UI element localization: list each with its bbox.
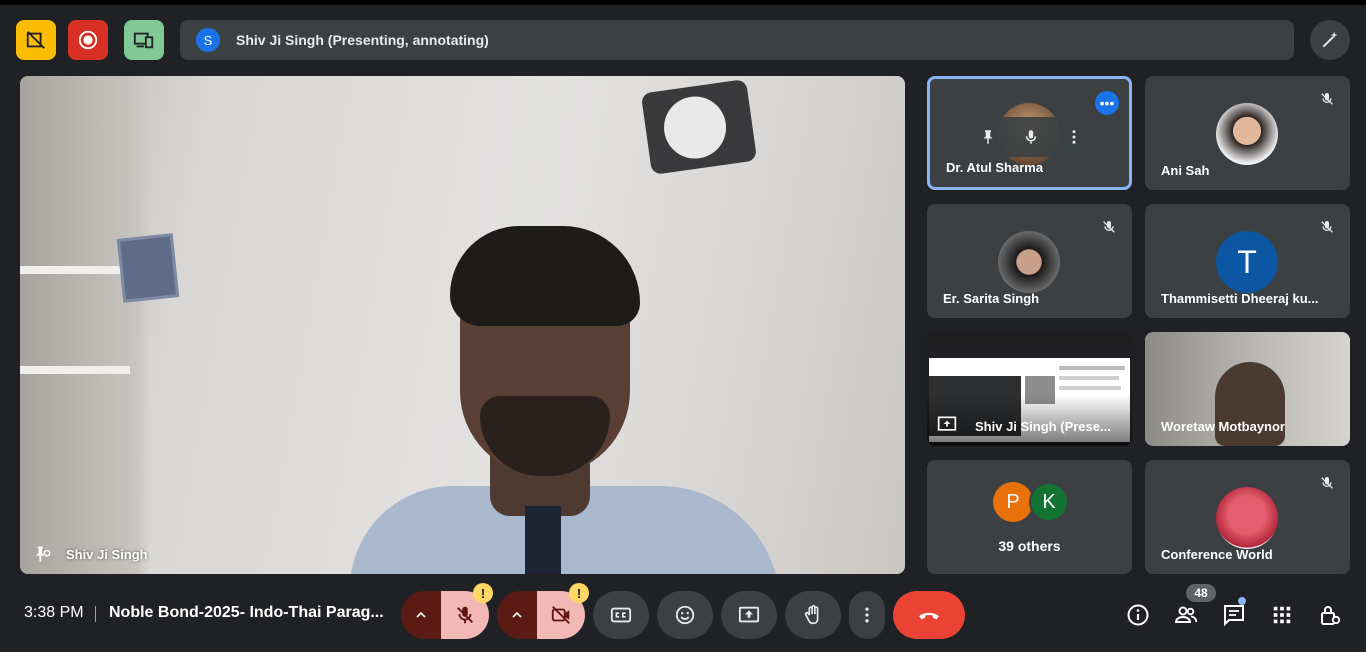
- raise-hand-icon: [804, 605, 819, 625]
- more-options-button[interactable]: [849, 591, 885, 639]
- participant-name: Er. Sarita Singh: [943, 291, 1040, 306]
- video-options-button[interactable]: [497, 591, 537, 639]
- video-shelf: [20, 266, 130, 274]
- participant-count-badge: 48: [1186, 584, 1216, 602]
- current-time: 3:38 PM: [24, 604, 84, 621]
- others-count-label: 39 others: [998, 538, 1061, 554]
- captions-button[interactable]: [593, 591, 649, 639]
- companion-mode-icon: [133, 32, 154, 49]
- video-wall: [20, 76, 150, 574]
- microphone-control-group: !: [401, 583, 493, 639]
- participant-avatar: [1216, 103, 1278, 165]
- companion-mode-button[interactable]: [124, 20, 164, 60]
- participant-name: Ani Sah: [1161, 163, 1210, 178]
- participant-tile[interactable]: T Thammisetti Dheeraj ku...: [1145, 204, 1350, 318]
- people-button[interactable]: [1173, 602, 1199, 628]
- microphone-icon[interactable]: [1022, 128, 1040, 146]
- closed-captions-icon: [610, 607, 632, 623]
- mic-warning-icon: !: [473, 583, 493, 603]
- participant-avatar: K: [1029, 482, 1069, 522]
- others-tile[interactable]: P K 39 others: [927, 460, 1132, 574]
- presenter-banner[interactable]: S Shiv Ji Singh (Presenting, annotating): [180, 20, 1294, 60]
- divider: [95, 606, 96, 622]
- tile-hover-controls: [966, 117, 1096, 157]
- presenter-text: Shiv Ji Singh (Presenting, annotating): [236, 32, 489, 48]
- more-options-icon[interactable]: [1065, 128, 1083, 146]
- presenting-icon: [937, 416, 957, 431]
- window-top-edge: [0, 0, 1366, 5]
- host-controls-button[interactable]: [1317, 602, 1343, 628]
- video-shelf: [20, 366, 130, 374]
- participant-tile[interactable]: ••• Dr. Atul Sharma: [927, 76, 1132, 190]
- participant-avatar: [1216, 487, 1278, 549]
- meeting-details-button[interactable]: [1125, 602, 1151, 628]
- info-icon: [1127, 604, 1149, 626]
- recording-icon: [78, 30, 98, 50]
- main-video-feed[interactable]: Shiv Ji Singh: [20, 76, 905, 574]
- pinned-icon: [36, 546, 51, 562]
- raise-hand-button[interactable]: [785, 591, 841, 639]
- chat-icon: [1224, 605, 1244, 627]
- pin-icon[interactable]: [979, 128, 997, 146]
- participant-tile[interactable]: Woretaw Motbaynor: [1145, 332, 1350, 446]
- people-icon: [1174, 606, 1198, 623]
- end-call-icon: [919, 612, 939, 620]
- muted-mic-icon: [1098, 216, 1120, 238]
- main-participant-name: Shiv Ji Singh: [66, 546, 148, 562]
- emoji-icon: [675, 605, 695, 625]
- participant-name: Thammisetti Dheeraj ku...: [1161, 291, 1319, 306]
- video-person-tie: [525, 506, 561, 574]
- video-photo-frame: [116, 233, 180, 303]
- no-recording-icon: [26, 31, 45, 49]
- more-vert-icon: [865, 607, 869, 623]
- video-person-hair: [450, 226, 640, 326]
- muted-mic-icon: [1316, 88, 1338, 110]
- participant-name: Woretaw Motbaynor: [1161, 419, 1285, 434]
- annotate-button[interactable]: [1310, 20, 1350, 60]
- video-wall-clock: [640, 79, 758, 175]
- participant-tile[interactable]: Er. Sarita Singh: [927, 204, 1132, 318]
- participant-avatar: T: [1216, 231, 1278, 293]
- recording-indicator-button[interactable]: [68, 20, 108, 60]
- participant-name: Shiv Ji Singh (Prese...: [975, 419, 1111, 434]
- participant-name: Conference World: [1161, 547, 1273, 562]
- present-now-button[interactable]: [721, 591, 777, 639]
- participant-avatar: [998, 231, 1060, 293]
- chat-notification-dot: [1238, 597, 1246, 605]
- reactions-button[interactable]: [657, 591, 713, 639]
- chevron-up-icon: [416, 611, 426, 618]
- participant-name: Dr. Atul Sharma: [946, 160, 1044, 175]
- chat-button[interactable]: [1221, 602, 1247, 628]
- muted-mic-icon: [1316, 472, 1338, 494]
- host-controls-lock-icon: [1321, 606, 1341, 625]
- presenter-avatar: S: [196, 28, 220, 52]
- chevron-up-icon: [512, 611, 522, 618]
- activities-button[interactable]: [1269, 602, 1295, 628]
- muted-mic-icon: [1316, 216, 1338, 238]
- screen-share-tile[interactable]: Shiv Ji Singh (Prese...: [927, 332, 1132, 446]
- microphone-off-icon: [457, 606, 473, 624]
- main-video-label: Shiv Ji Singh: [32, 544, 148, 564]
- meeting-title[interactable]: Noble Bond-2025- Indo-Thai Parag...: [109, 604, 385, 622]
- leave-call-button[interactable]: [893, 591, 965, 639]
- camera-off-icon: [551, 606, 570, 624]
- participant-tile[interactable]: Ani Sah: [1145, 76, 1350, 190]
- camera-warning-icon: !: [569, 583, 589, 603]
- participant-tile[interactable]: Conference World: [1145, 460, 1350, 574]
- apps-grid-icon: [1273, 606, 1291, 624]
- speaking-indicator-icon: •••: [1095, 91, 1119, 115]
- no-recording-button[interactable]: [16, 20, 56, 60]
- present-screen-icon: [738, 606, 760, 623]
- camera-control-group: !: [497, 583, 589, 639]
- participant-avatar: P: [993, 482, 1033, 522]
- annotate-icon: [1322, 31, 1338, 48]
- audio-options-button[interactable]: [401, 591, 441, 639]
